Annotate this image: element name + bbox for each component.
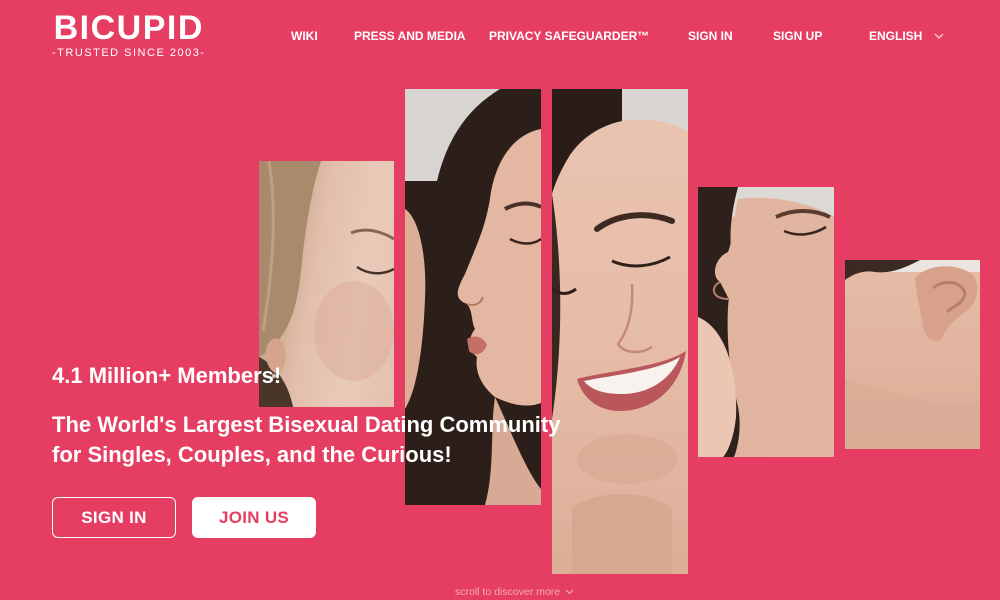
nav-privacy-safeguarder[interactable]: PRIVACY SAFEGUARDER™	[489, 29, 649, 43]
logo-tagline: -TRUSTED SINCE 2003-	[52, 47, 206, 59]
nav-press-and-media[interactable]: PRESS AND MEDIA	[354, 29, 466, 43]
scroll-hint[interactable]: scroll to discover more	[455, 585, 574, 599]
hero-headline: The World's Largest Bisexual Dating Comm…	[52, 410, 560, 470]
members-count: 4.1 Million+ Members!	[52, 363, 282, 388]
sign-in-button[interactable]: SIGN IN	[52, 497, 176, 538]
photo-strip-5	[845, 260, 980, 449]
photo-cheek	[405, 209, 426, 409]
photo-cheek	[698, 317, 737, 457]
logo[interactable]: BICUPID -TRUSTED SINCE 2003-	[48, 11, 208, 60]
photo-strip-3	[552, 89, 688, 574]
photo-nose	[616, 283, 653, 354]
scroll-hint-label: scroll to discover more	[455, 586, 561, 598]
photo-hair	[552, 89, 622, 194]
photo-eye	[356, 265, 394, 275]
photo-strip-4	[698, 187, 834, 457]
photo-neck-shadow	[845, 380, 980, 449]
nav-sign-up[interactable]: SIGN UP	[773, 29, 822, 43]
photo-eye	[611, 255, 671, 268]
photo-hair	[259, 161, 321, 357]
photo-background	[622, 89, 688, 131]
photo-eye	[552, 287, 577, 295]
chevron-down-icon	[565, 589, 574, 595]
language-label: ENGLISH	[869, 29, 923, 43]
hero-headline-line-1: The World's Largest Bisexual Dating Comm…	[52, 412, 561, 437]
photo-cheek	[314, 281, 394, 381]
nav-wiki[interactable]: WIKI	[291, 29, 318, 43]
photo-strip-3-image	[552, 89, 688, 574]
photo-eyebrow	[350, 228, 394, 241]
language-selector[interactable]: ENGLISH	[869, 29, 944, 43]
hero-headline-line-2: for Singles, Couples, and the Curious!	[52, 442, 452, 467]
photo-strip-5-image	[845, 260, 980, 449]
join-us-button[interactable]: JOIN US	[192, 497, 316, 538]
photo-ear	[915, 266, 978, 342]
photo-eyebrow	[594, 212, 675, 232]
photo-neck	[572, 494, 672, 574]
chevron-down-icon	[934, 33, 944, 39]
photo-background	[405, 89, 500, 181]
photo-strip-4-image	[698, 187, 834, 457]
logo-wordmark: BICUPID	[53, 9, 204, 47]
photo-chin-shadow	[577, 434, 677, 484]
photo-hair	[552, 194, 561, 419]
nav-sign-in[interactable]: SIGN IN	[688, 29, 733, 43]
photo-face	[457, 129, 541, 406]
